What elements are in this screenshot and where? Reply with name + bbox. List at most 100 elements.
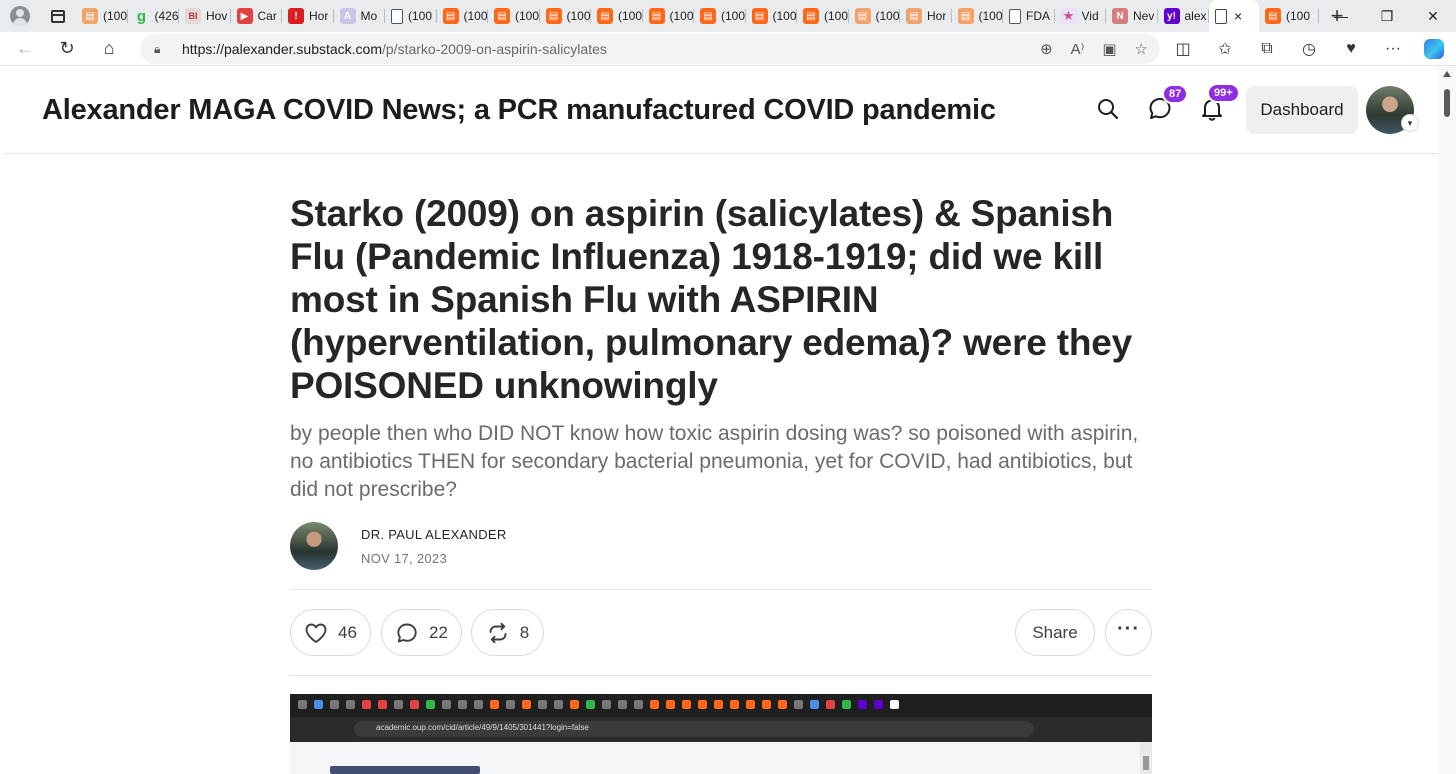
browser-tab[interactable]: N Nev [1106, 0, 1158, 32]
browser-tab[interactable]: ▤ (100 [437, 0, 489, 32]
substack-icon: ▤ [545, 8, 562, 24]
browser-tab-active[interactable]: × [1209, 0, 1259, 32]
substack-icon: ▤ [1265, 8, 1281, 24]
collections-icon[interactable]: ⧉ [1246, 32, 1288, 66]
more-menu-icon[interactable]: ··· [1372, 32, 1414, 66]
tab-label: (100 [566, 9, 591, 23]
embedded-tab-favicon [394, 700, 403, 709]
browser-tab[interactable]: ▤ (100 [849, 0, 901, 32]
home-button[interactable]: ⌂ [88, 32, 130, 66]
embedded-tab-favicon [826, 700, 835, 709]
embedded-tab-strip [290, 694, 1152, 717]
embedded-heading [330, 766, 480, 774]
minimize-button[interactable]: — [1318, 0, 1364, 32]
history-icon[interactable]: ◷ [1288, 32, 1330, 66]
browser-tab[interactable]: FDA [1003, 0, 1055, 32]
close-window-button[interactable]: ✕ [1410, 0, 1456, 32]
favorite-star-icon[interactable]: ☆ [1135, 40, 1148, 58]
zoom-icon[interactable]: ⊕ [1040, 40, 1053, 58]
back-button[interactable]: ← [4, 32, 46, 66]
close-tab-icon[interactable]: × [1234, 8, 1242, 24]
embedded-tab-favicon [330, 700, 339, 709]
embedded-tab-favicon [602, 700, 611, 709]
embedded-tab-favicon [874, 700, 883, 709]
news-icon: N [1112, 8, 1128, 24]
browser-tab[interactable]: ▶ Car [231, 0, 283, 32]
page-scrollbar[interactable] [1438, 67, 1456, 774]
divider [290, 675, 1152, 676]
tab-label: (100 [463, 9, 488, 23]
divider [290, 589, 1152, 590]
bookmark-orange-icon: ▤ [82, 8, 98, 24]
embedded-url-field: academic.oup.com/cid/article/49/9/1405/3… [354, 721, 1034, 737]
browser-tab[interactable]: y! alex [1158, 0, 1210, 32]
browser-tab[interactable]: ▤ (100 [952, 0, 1004, 32]
browser-tab[interactable]: A Mo [334, 0, 386, 32]
restore-button[interactable]: ❐ [1364, 0, 1410, 32]
browser-tab[interactable]: ! Hor [282, 0, 334, 32]
browser-tab[interactable]: (100 [385, 0, 437, 32]
browser-tab[interactable]: ★ Vid [1055, 0, 1107, 32]
tab-label: (426 [154, 9, 179, 23]
embedded-tab-favicon [714, 700, 723, 709]
favorites-icon[interactable]: ✩ [1204, 32, 1246, 66]
like-button[interactable]: 46 [290, 609, 371, 656]
g-green-icon: g [136, 7, 147, 25]
browser-tab[interactable]: ▤ (100 [643, 0, 695, 32]
browser-tab[interactable]: BI Hov [179, 0, 231, 32]
more-options-button[interactable]: ··· [1105, 609, 1152, 656]
tab-actions-button[interactable] [40, 0, 76, 32]
search-icon[interactable] [1094, 95, 1122, 123]
browser-tab[interactable]: g (426 [128, 0, 180, 32]
tab-label: (100 [103, 9, 128, 23]
split-screen-icon[interactable]: ◫ [1162, 32, 1204, 66]
site-title[interactable]: Alexander MAGA COVID News; a PCR manufac… [42, 94, 996, 127]
scroll-up-icon[interactable] [1443, 71, 1451, 77]
browser-tab[interactable]: ▤ (100 [76, 0, 128, 32]
ellipsis-icon: ··· [1117, 618, 1140, 640]
browser-tab[interactable]: ▤ (100 [797, 0, 849, 32]
tab-label: Hor [927, 9, 947, 23]
embedded-tab-favicon [474, 700, 483, 709]
tab-label: (100 [721, 9, 746, 23]
author-avatar[interactable] [290, 522, 338, 570]
substack-icon: ▤ [803, 8, 819, 24]
comment-button[interactable]: 22 [381, 609, 462, 656]
embedded-tab-favicon [778, 700, 787, 709]
url-text: https://palexander.substack.com/p/starko… [182, 41, 607, 57]
url-path: /p/starko-2009-on-aspirin-salicylates [382, 41, 607, 57]
embedded-tab-favicon [666, 700, 675, 709]
embedded-tab-favicon [890, 700, 899, 709]
chevron-down-icon[interactable]: ▾ [1401, 114, 1419, 132]
extensions-icon[interactable]: ♥ [1330, 32, 1372, 66]
browser-tab[interactable]: ▤ (100 [591, 0, 643, 32]
share-button[interactable]: Share [1015, 609, 1095, 656]
substack-icon: ▤ [597, 8, 613, 24]
read-aloud-icon[interactable]: A⁾ [1071, 40, 1085, 58]
profile-button[interactable] [0, 0, 40, 32]
scrollbar-thumb[interactable] [1444, 89, 1450, 117]
bookmark-orange-icon: ▤ [854, 8, 871, 24]
bookmark-orange-icon: ▤ [957, 8, 974, 24]
address-bar[interactable]: 🔒︎ https://palexander.substack.com/p/sta… [140, 34, 1160, 64]
browser-tab-last[interactable]: ▤ (100 [1259, 0, 1319, 32]
embedded-screenshot-image[interactable]: academic.oup.com/cid/article/49/9/1405/3… [290, 694, 1152, 774]
site-info-icon[interactable]: 🔒︎ [154, 42, 182, 57]
browser-tab-strip: ▤ (100 g (426 BI Hov ▶ Car! Hor A Mo (100 ▤ (100 ▤ (100… [0, 0, 1456, 32]
embedded-tab-favicon [442, 700, 451, 709]
browser-tab[interactable]: ▤ Hor [900, 0, 952, 32]
dashboard-button[interactable]: Dashboard [1246, 86, 1358, 134]
restack-button[interactable]: 8 [471, 609, 544, 656]
author-name[interactable]: DR. PAUL ALEXANDER [361, 527, 507, 542]
refresh-button[interactable]: ↻ [46, 32, 88, 66]
embedded-tab-favicon [554, 700, 563, 709]
copilot-icon[interactable] [1424, 39, 1444, 59]
ai-logo-icon: A [339, 8, 356, 24]
embedded-tab-favicon [810, 700, 819, 709]
browser-tab[interactable]: ▤ (100 [488, 0, 540, 32]
bi-logo-icon: BI [185, 8, 201, 24]
browser-tab[interactable]: ▤ (100 [540, 0, 592, 32]
immersive-reader-icon[interactable]: ▣ [1102, 40, 1116, 58]
browser-tab[interactable]: ▤ (100 [694, 0, 746, 32]
browser-tab[interactable]: ▤ (100 [746, 0, 798, 32]
